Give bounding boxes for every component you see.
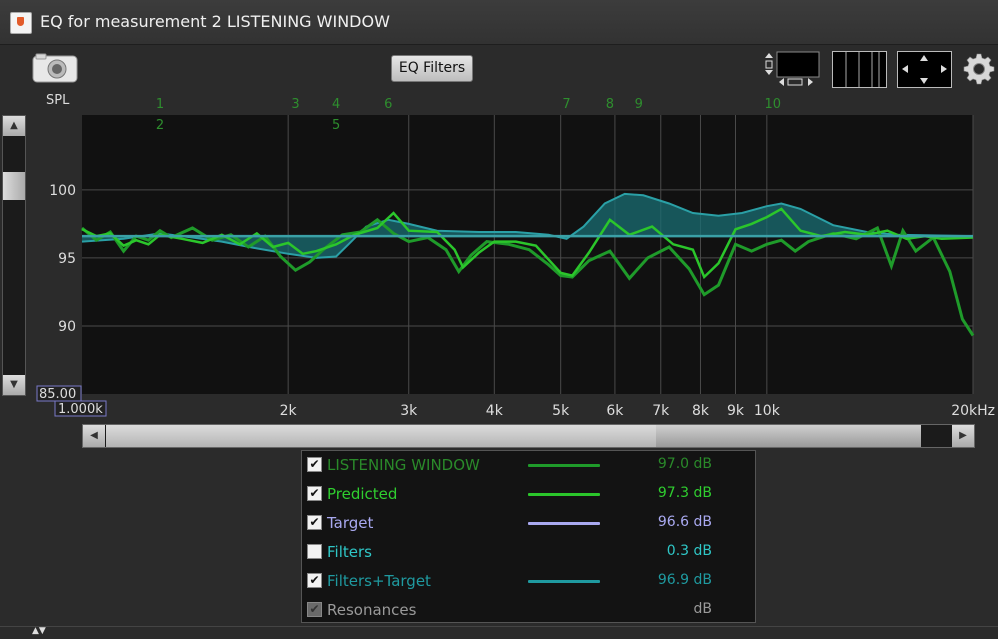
legend-checkbox[interactable]: ✔ (307, 457, 322, 472)
legend-name: LISTENING WINDOW (327, 456, 480, 474)
legend-name: Predicted (327, 485, 398, 503)
collapse-arrows-icon[interactable]: ▲▼ (32, 626, 46, 636)
filter-marker-label: 5 (332, 118, 340, 133)
y-tick-label: 95 (58, 251, 76, 267)
legend-row[interactable]: ✔ Predicted 97.3 dB (302, 480, 755, 509)
filter-marker-label: 2 (156, 118, 164, 133)
legend-line-swatch (528, 464, 600, 467)
legend-row[interactable]: ✔ Resonances dB (302, 596, 755, 625)
x-tick-label: 9k (727, 403, 745, 419)
horizontal-scroll-thumb[interactable] (106, 425, 656, 447)
legend-checkbox[interactable]: ✔ (307, 544, 322, 559)
legend-value: 96.6 dB (657, 514, 712, 530)
x-tick-label: 4k (486, 403, 504, 419)
x-tick-label: 3k (400, 403, 418, 419)
horizontal-scroll-range[interactable] (656, 425, 921, 447)
filter-marker-label: 7 (562, 97, 570, 112)
horizontal-scrollbar[interactable]: ◀ ▶ (82, 424, 975, 448)
y-min-value: 85.00 (39, 387, 76, 402)
legend-value: 97.0 dB (657, 456, 712, 472)
legend-line-swatch (528, 522, 600, 525)
filter-marker-label: 4 (332, 97, 340, 112)
legend-checkbox[interactable]: ✔ (307, 515, 322, 530)
filter-marker-label: 1 (156, 97, 164, 112)
filter-marker-label: 3 (291, 97, 299, 112)
legend-line-swatch (528, 493, 600, 496)
scroll-left-arrow[interactable]: ◀ (83, 425, 105, 447)
legend-name: Filters (327, 543, 372, 561)
filter-marker-label: 6 (384, 97, 392, 112)
legend-row[interactable]: ✔ Target 96.6 dB (302, 509, 755, 538)
filter-marker-label: 9 (635, 97, 643, 112)
legend-value: 96.9 dB (657, 572, 712, 588)
x-start-value: 1.000k (58, 402, 103, 417)
frequency-response-graph[interactable]: 100 95 90 2k 3k 4k 5k 6k 7k 8k 9k 10k 20kHz 1 2 3 4 5 6 7… (0, 0, 998, 420)
y-tick-label: 90 (58, 319, 76, 335)
x-tick-label: 8k (692, 403, 710, 419)
legend-name: Filters+Target (327, 572, 431, 590)
legend-name: Target (327, 514, 374, 532)
x-tick-label: 2k (280, 403, 298, 419)
plot-area (82, 115, 973, 394)
legend-value: dB (693, 601, 713, 617)
x-tick-label: 6k (606, 403, 624, 419)
x-tick-label: 7k (652, 403, 670, 419)
legend-value: 0.3 dB (666, 543, 712, 559)
legend-panel: ✔ LISTENING WINDOW 97.0 dB ✔ Predicted 97.3 d… (301, 450, 756, 623)
legend-line-swatch (528, 580, 600, 583)
y-tick-label: 100 (49, 183, 76, 199)
filter-marker-label: 8 (606, 97, 614, 112)
x-tick-label: 20kHz (951, 403, 995, 419)
legend-checkbox[interactable]: ✔ (307, 486, 322, 501)
legend-row[interactable]: ✔ LISTENING WINDOW 97.0 dB (302, 451, 755, 480)
x-tick-label: 10k (754, 403, 781, 419)
filter-marker-label: 10 (764, 97, 781, 112)
legend-checkbox: ✔ (307, 602, 322, 617)
legend-checkbox[interactable]: ✔ (307, 573, 322, 588)
legend-value: 97.3 dB (657, 485, 712, 501)
legend-row[interactable]: ✔ Filters+Target 96.9 dB (302, 567, 755, 596)
bottom-divider (0, 626, 998, 627)
legend-row[interactable]: ✔ Filters 0.3 dB (302, 538, 755, 567)
scroll-right-arrow[interactable]: ▶ (952, 425, 974, 447)
legend-name: Resonances (327, 601, 417, 619)
x-tick-label: 5k (552, 403, 570, 419)
